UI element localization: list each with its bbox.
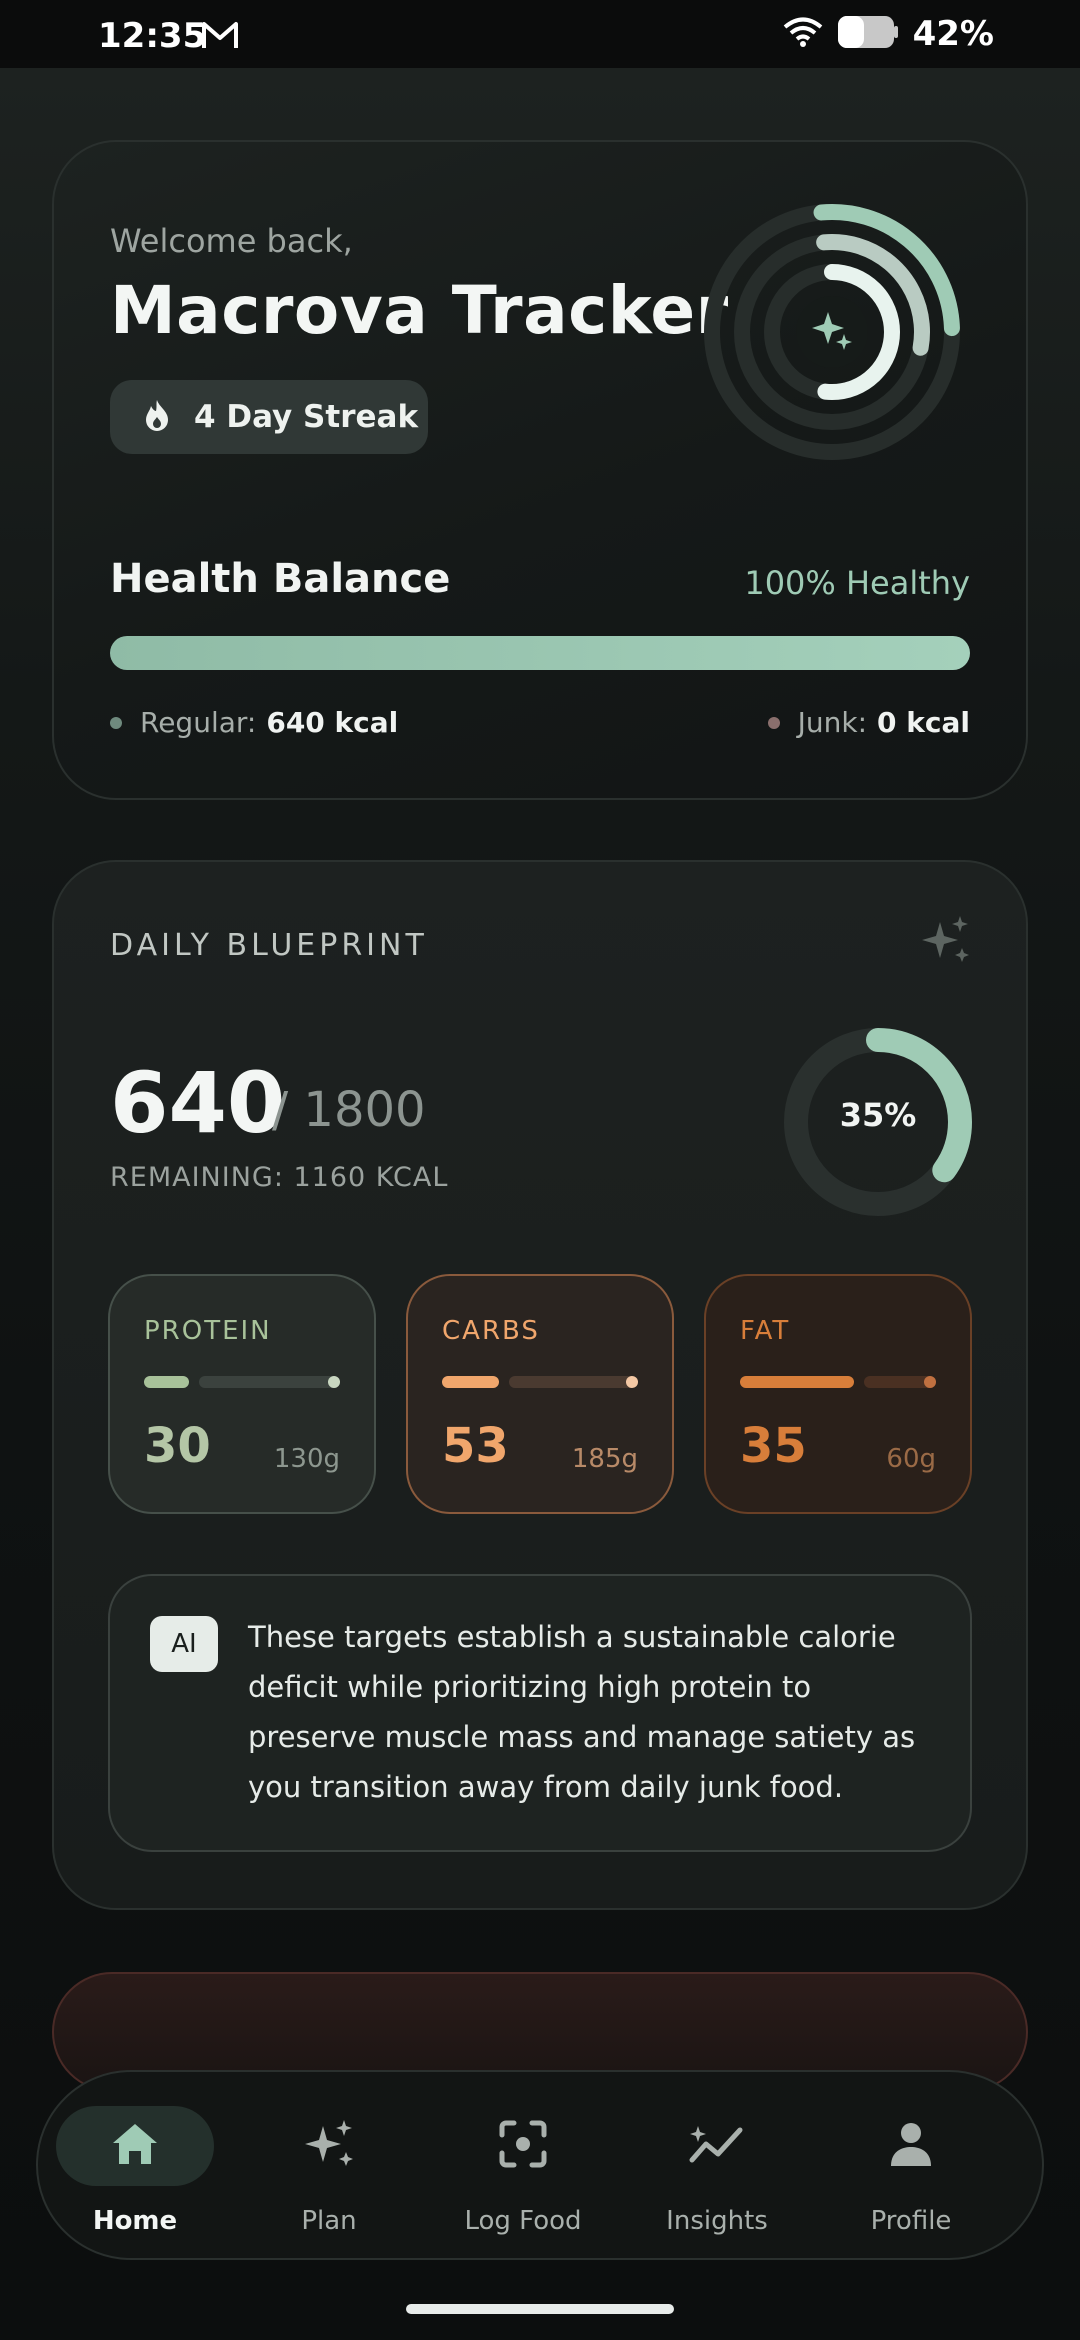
ai-insight-box: AI These targets establish a sustainable… — [108, 1574, 972, 1852]
status-bar: 12:35 42% — [0, 0, 1080, 68]
flame-icon — [142, 398, 172, 436]
carbs-label: CARBS — [442, 1316, 540, 1346]
health-status: 100% Healthy — [744, 564, 970, 602]
protein-label: PROTEIN — [144, 1316, 272, 1346]
regular-legend: Regular: 640 kcal — [110, 706, 398, 739]
sparkles-icon — [301, 2116, 357, 2176]
nav-home[interactable]: Home — [38, 2072, 232, 2258]
carbs-target: 185g — [571, 1444, 638, 1474]
gmail-icon — [200, 20, 240, 54]
protein-card[interactable]: PROTEIN 30 130g — [108, 1274, 376, 1514]
protein-bar-fill — [144, 1376, 189, 1388]
carbs-value: 53 — [442, 1418, 509, 1474]
nav-profile[interactable]: Profile — [814, 2072, 1008, 2258]
nav-log-food-pill — [444, 2106, 602, 2186]
status-time: 12:35 — [98, 16, 207, 56]
carbs-bar-end — [626, 1376, 638, 1388]
protein-bar-track — [199, 1376, 340, 1388]
person-icon — [889, 2120, 933, 2172]
scan-icon — [498, 2119, 548, 2173]
carbs-bar-track — [509, 1376, 638, 1388]
greeting-text: Welcome back, — [110, 222, 353, 260]
fat-bar-fill — [740, 1376, 854, 1388]
nav-log-food-label: Log Food — [464, 2206, 582, 2236]
fat-bar-end — [924, 1376, 936, 1388]
status-right: 42% — [783, 14, 994, 54]
nav-plan[interactable]: Plan — [232, 2072, 426, 2258]
nav-profile-label: Profile — [870, 2206, 952, 2236]
calorie-progress-label: 35% — [839, 1096, 917, 1134]
protein-bar-end — [328, 1376, 340, 1388]
streak-badge[interactable]: 4 Day Streak — [110, 380, 428, 454]
carbs-card[interactable]: CARBS 53 185g — [406, 1274, 674, 1514]
calories-target: / 1800 — [272, 1082, 426, 1138]
fat-value: 35 — [740, 1418, 807, 1474]
health-balance-title: Health Balance — [110, 556, 451, 602]
bottom-navigation: Home Plan Log Food Insights Profile — [36, 2070, 1044, 2260]
health-balance-bar — [110, 636, 970, 670]
nav-plan-label: Plan — [301, 2206, 357, 2236]
trend-icon — [688, 2122, 746, 2170]
sparkles-icon[interactable] — [920, 914, 972, 970]
nav-insights-label: Insights — [666, 2206, 768, 2236]
nav-log-food[interactable]: Log Food — [426, 2072, 620, 2258]
ai-badge: AI — [150, 1616, 218, 1672]
battery-percent: 42% — [912, 14, 994, 54]
nav-insights[interactable]: Insights — [620, 2072, 814, 2258]
regular-label: Regular: — [140, 706, 257, 739]
fat-label: FAT — [740, 1316, 791, 1346]
junk-legend: Junk: 0 kcal — [767, 706, 970, 739]
fat-target: 60g — [886, 1444, 936, 1474]
nav-home-label: Home — [92, 2206, 178, 2236]
protein-value: 30 — [144, 1418, 211, 1474]
streak-label: 4 Day Streak — [194, 399, 419, 435]
blueprint-title: DAILY BLUEPRINT — [110, 928, 428, 963]
nav-insights-pill — [638, 2106, 796, 2186]
nav-home-pill — [56, 2106, 214, 2186]
regular-value: 640 kcal — [266, 706, 399, 739]
home-indicator[interactable] — [406, 2304, 674, 2314]
calories-remaining: REMAINING: 1160 KCAL — [110, 1162, 449, 1193]
wifi-icon — [783, 16, 823, 52]
junk-label: Junk: — [797, 706, 868, 739]
protein-target: 130g — [273, 1444, 340, 1474]
nav-plan-pill — [250, 2106, 408, 2186]
calories-consumed: 640 — [110, 1054, 286, 1152]
activity-rings — [700, 200, 964, 468]
battery-icon — [837, 15, 899, 53]
junk-value: 0 kcal — [877, 706, 970, 739]
regular-dot — [110, 716, 122, 729]
fat-card[interactable]: FAT 35 60g — [704, 1274, 972, 1514]
home-icon — [110, 2121, 160, 2171]
nav-profile-pill — [832, 2106, 990, 2186]
junk-dot — [767, 716, 780, 729]
ai-message: These targets establish a sustainable ca… — [248, 1620, 916, 1804]
carbs-bar-fill — [442, 1376, 499, 1388]
page-title: Macrova Tracker — [110, 272, 729, 349]
